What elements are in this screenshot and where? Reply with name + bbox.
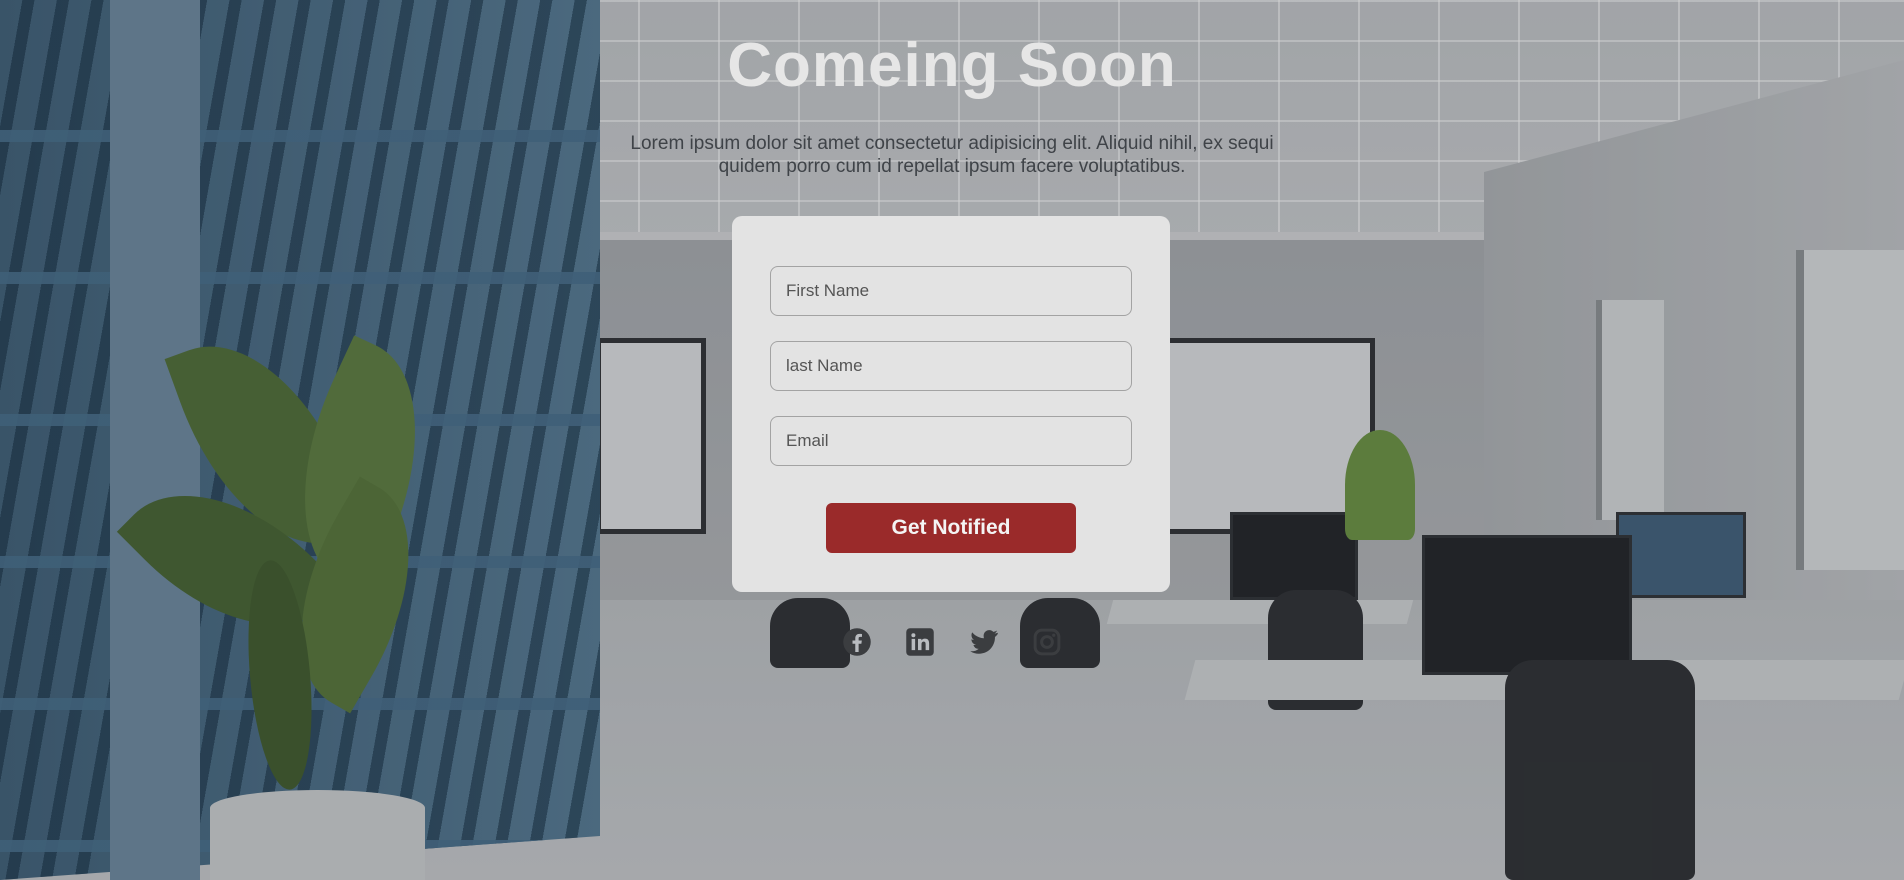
social-links [842,626,1062,658]
twitter-link[interactable] [969,627,999,657]
email-input[interactable] [770,416,1132,466]
last-name-input[interactable] [770,341,1132,391]
linkedin-icon [906,628,935,656]
twitter-icon [969,630,998,654]
facebook-icon [843,628,871,656]
coming-soon-page: Comeing Soon Lorem ipsum dolor sit amet … [0,0,1904,880]
instagram-icon [1033,628,1061,656]
get-notified-button[interactable]: Get Notified [826,503,1076,553]
first-name-input[interactable] [770,266,1132,316]
page-title: Comeing Soon [727,31,1177,100]
signup-card: Get Notified [732,216,1170,592]
instagram-link[interactable] [1032,627,1062,657]
facebook-link[interactable] [842,627,872,657]
linkedin-link[interactable] [905,627,935,657]
page-description: Lorem ipsum dolor sit amet consectetur a… [630,133,1274,177]
